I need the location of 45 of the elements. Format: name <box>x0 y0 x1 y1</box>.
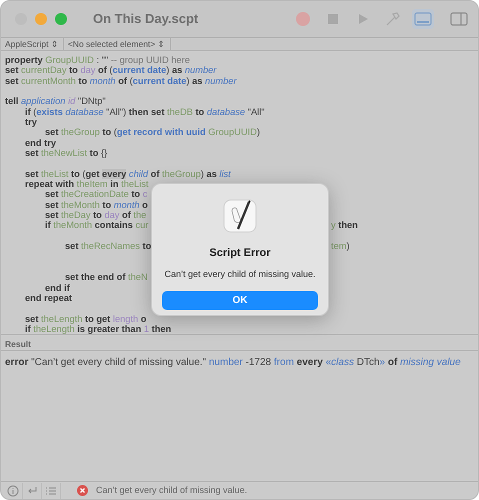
code-line: if theLength is greater than 1 then <box>25 324 172 334</box>
info-icon <box>7 484 19 496</box>
code-line: tell application id "DNtp" <box>5 96 106 106</box>
code-line: repeat with theItem in theList <box>25 179 149 190</box>
log-pane-button[interactable] <box>412 8 434 29</box>
code-line: if (exists database "All") then set theDB to database "All" <box>25 106 265 117</box>
hammer-icon <box>385 10 401 27</box>
error-icon <box>77 485 88 496</box>
code-line: end try <box>25 138 56 148</box>
record-icon <box>295 10 311 27</box>
code-line: set currentMonth to month of (current date) as number <box>5 76 237 86</box>
code-line: set theRecNames to <box>65 241 152 252</box>
dialog-message: Can’t get every child of missing value. <box>164 268 316 281</box>
code-line: set theGroup to (get record with uuid GroupUUID) <box>45 127 260 138</box>
code-line: end if <box>45 282 70 292</box>
dialog-title: Script Error <box>209 246 271 261</box>
list-icon <box>45 484 57 496</box>
stop-icon <box>326 12 340 26</box>
result-text: error "Can’t get every child of missing value." number -1728 from every «class DTch» of missing value <box>5 357 461 368</box>
code-line: try <box>25 117 37 127</box>
sidebar-icon <box>450 12 468 26</box>
code-line: set theDay to day of the <box>45 210 146 220</box>
code-line: set theCreationDate to c <box>45 189 148 200</box>
bottom-pane-icon <box>414 12 432 26</box>
zoom-button[interactable] <box>55 12 67 25</box>
code-line: if theMonth contains cur <box>45 220 148 230</box>
code-line: y then <box>331 220 358 230</box>
ok-button[interactable]: OK <box>162 291 318 310</box>
code-line: set theList to (get every child of theGroup) as list <box>25 168 231 179</box>
code-line: set the end of theN <box>65 272 148 282</box>
script-editor-icon <box>223 199 257 233</box>
status-message: Can’t get every child of missing value. <box>96 484 248 497</box>
code-line: tem) <box>331 241 350 252</box>
window-title: On This Day.scpt <box>93 10 198 28</box>
code-line: set theNewList to {} <box>25 148 108 158</box>
pane-label: Result <box>5 339 31 350</box>
code-line: set theLength to get length o <box>25 314 146 324</box>
play-icon <box>356 12 370 26</box>
code-line: end repeat <box>25 292 72 303</box>
code-line: set theMonth to month o <box>45 200 148 210</box>
minimize-button[interactable] <box>35 12 47 25</box>
code-line: set currentDay to day of (current date) as number <box>5 65 216 76</box>
navigation-popup[interactable]: AppleScript ⇕ <box>1 38 64 50</box>
navigation-popup[interactable]: <No selected element> ⇕ <box>64 38 171 50</box>
code-line: property GroupUUID : "" -- group UUID here <box>5 54 190 65</box>
